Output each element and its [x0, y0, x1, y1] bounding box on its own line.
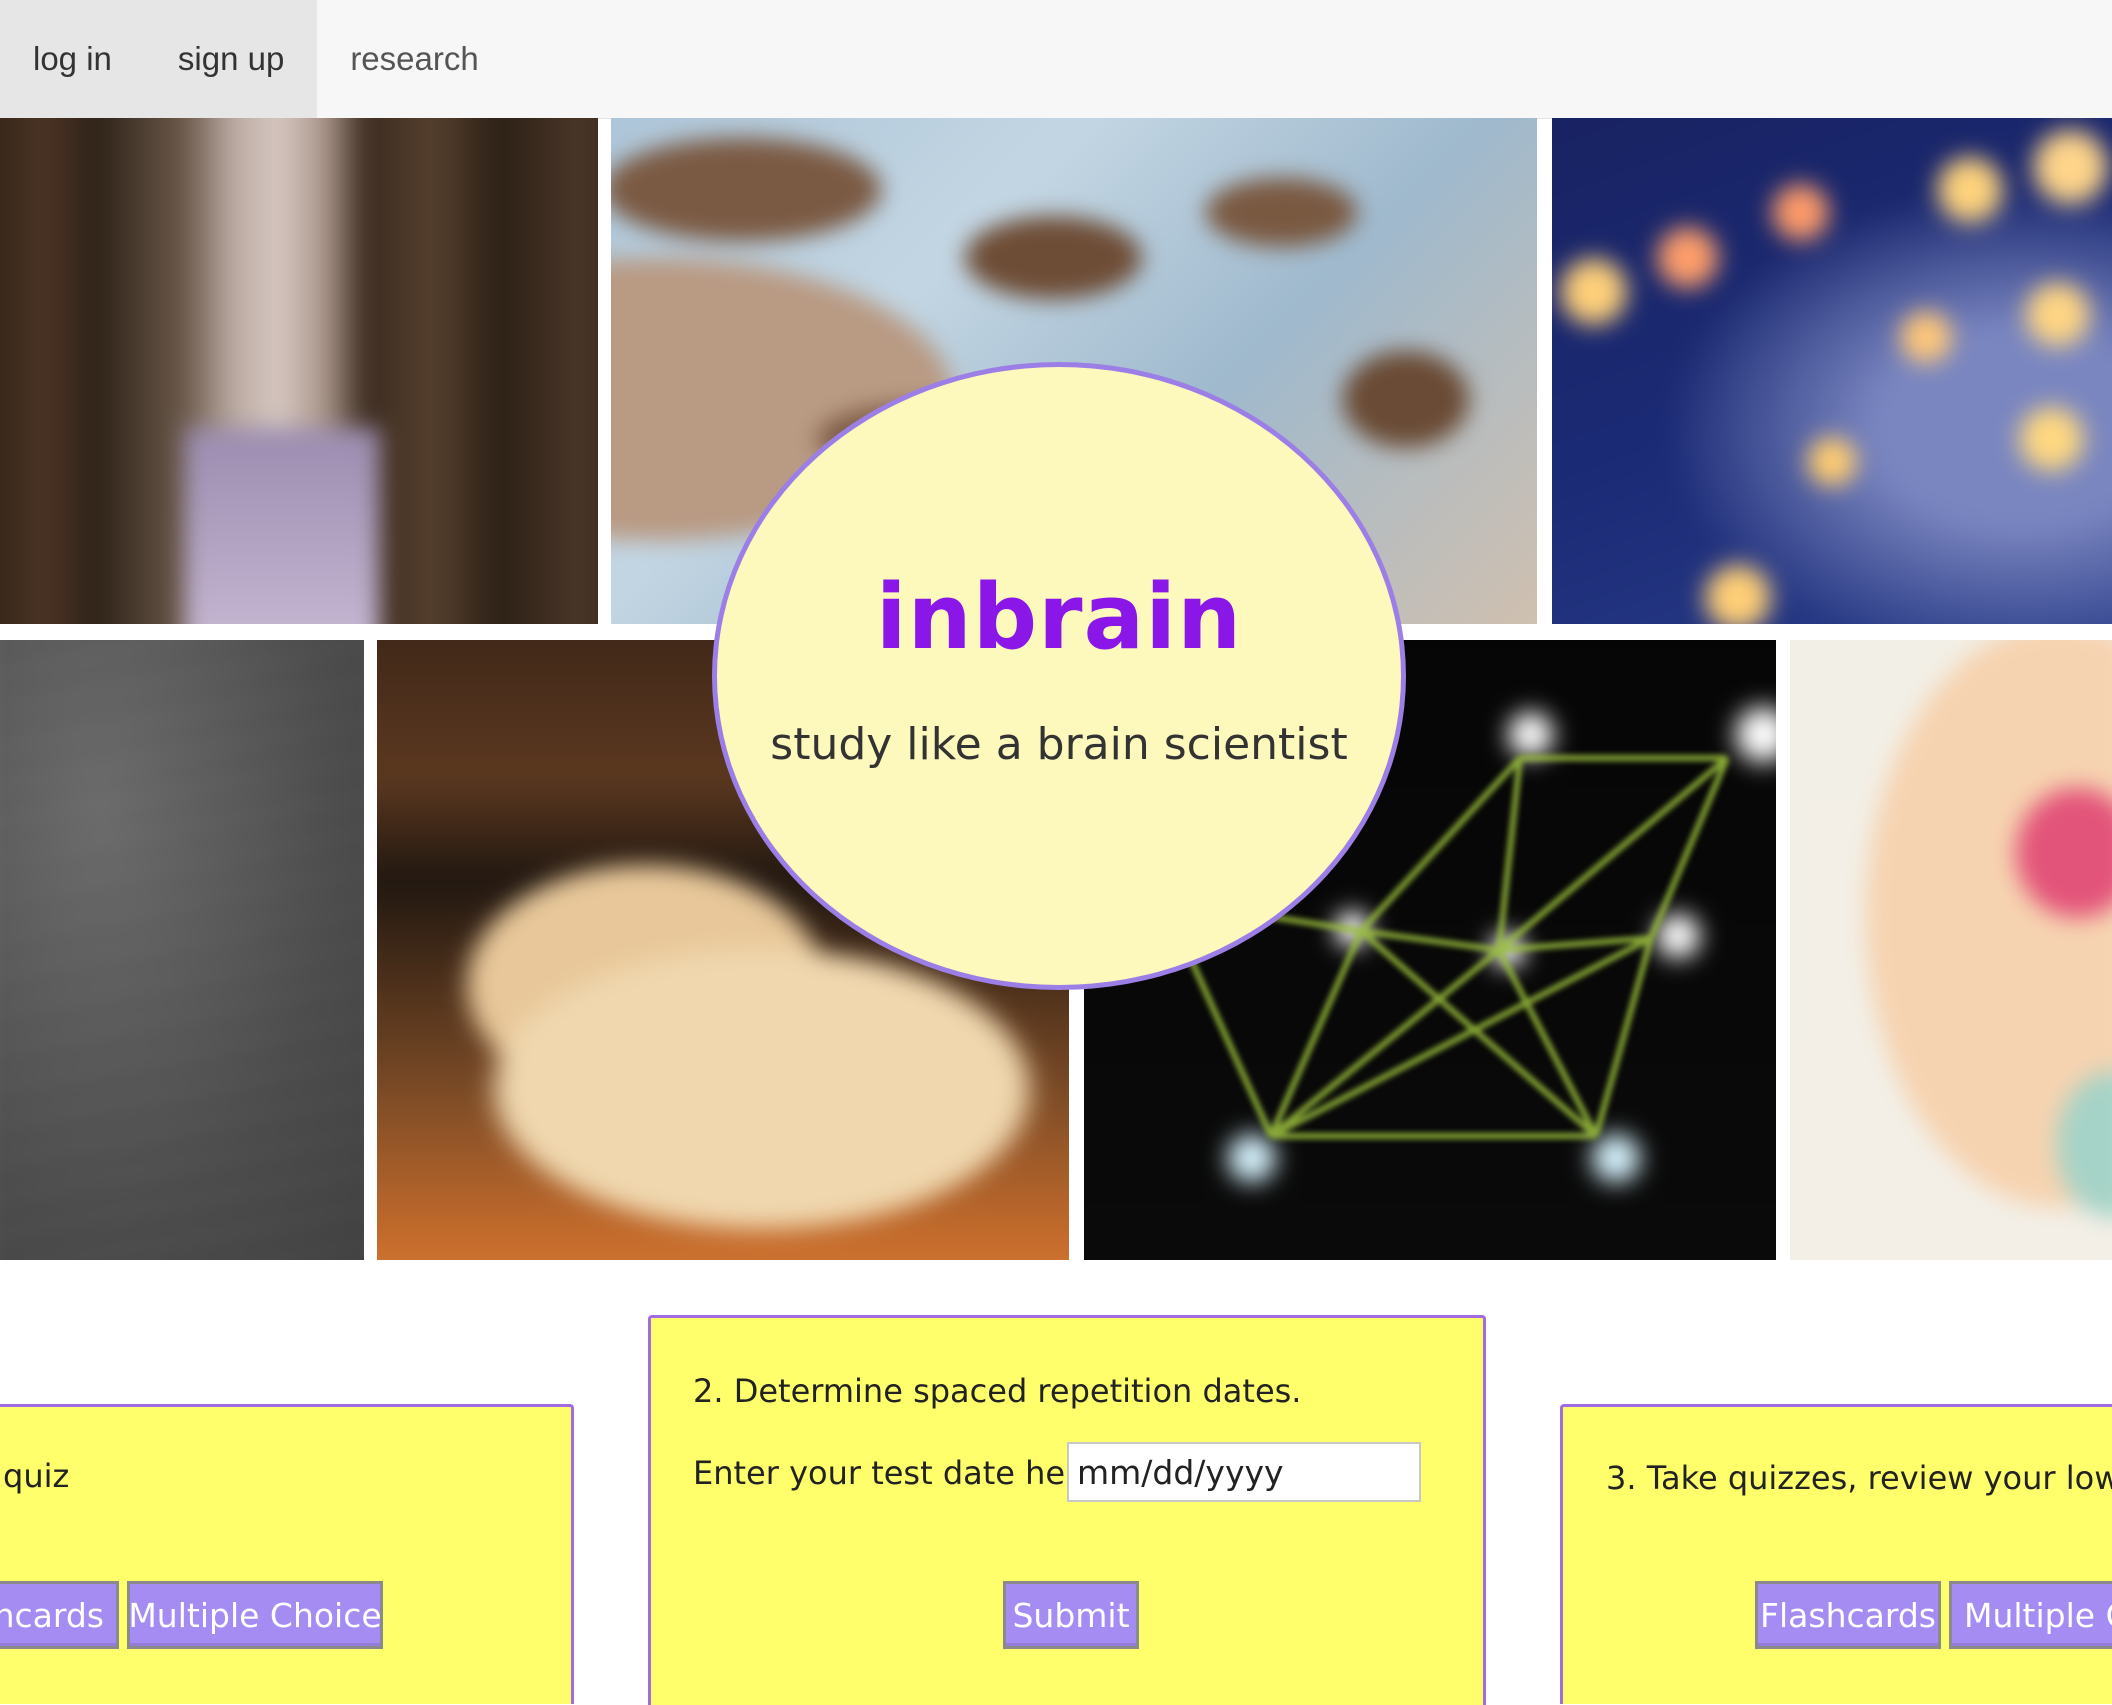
top-nav: log in sign up research: [0, 0, 2112, 119]
step-3-card: 3. Take quizzes, review your lowest t Fl…: [1560, 1404, 2112, 1704]
library-photo: [0, 118, 598, 624]
nav-log-in[interactable]: log in: [0, 0, 145, 118]
site-tagline: study like a brain scientist: [770, 719, 1348, 770]
flashcards-button-1[interactable]: hcards: [0, 1581, 119, 1649]
bokeh-lights-photo: [1552, 118, 2112, 624]
step-1-card: quiz hcards Multiple Choice: [0, 1404, 574, 1704]
multiple-choice-button-1[interactable]: Multiple Choice: [127, 1581, 383, 1649]
test-date-input[interactable]: mm/dd/yyyy: [1067, 1442, 1421, 1502]
submit-button[interactable]: Submit: [1003, 1581, 1139, 1649]
brain-illustration-photo: [1790, 640, 2112, 1260]
site-title: inbrain: [875, 565, 1243, 670]
nav-sign-up[interactable]: sign up: [144, 0, 318, 118]
nav-research[interactable]: research: [317, 0, 511, 118]
step-1-text: quiz: [3, 1457, 70, 1495]
hero-circle: inbrain study like a brain scientist: [712, 362, 1406, 990]
step-3-text: 3. Take quizzes, review your lowest t: [1606, 1459, 2112, 1497]
step-2-card: 2. Determine spaced repetition dates. En…: [648, 1315, 1486, 1705]
flashcards-button-3[interactable]: Flashcards: [1755, 1581, 1941, 1649]
chalkboard-photo: [0, 640, 364, 1260]
test-date-label: Enter your test date here:: [693, 1454, 1109, 1492]
step-2-text: 2. Determine spaced repetition dates.: [693, 1372, 1302, 1410]
multiple-choice-button-3[interactable]: Multiple Ch: [1949, 1581, 2112, 1649]
